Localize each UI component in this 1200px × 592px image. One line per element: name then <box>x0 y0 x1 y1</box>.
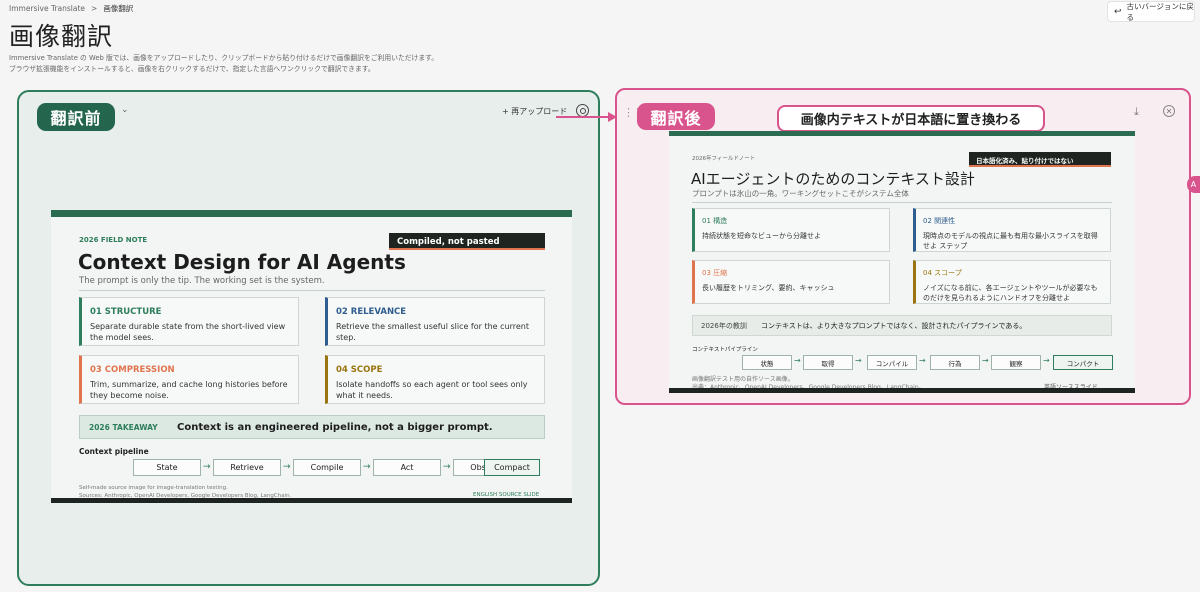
description-line-2: ブラウザ拡張機能をインストールすると、画像を右クリックするだけで、指定した言語へ… <box>9 65 375 73</box>
takeaway-box: 2026年の教訓 コンテキストは、より大きなプロンプトではなく、設計されたパイプ… <box>692 315 1112 336</box>
card-structure: 01 STRUCTURE Separate durable state from… <box>79 297 299 346</box>
card-heading: 02 関連性 <box>923 217 956 225</box>
slide-stamp: Compiled, not pasted <box>389 233 545 250</box>
compare-arrow-line <box>556 116 610 118</box>
card-relevance: 02 関連性 現時点のモデルの視点に最も有用な最小スライスを取得せよ ステップ <box>913 208 1111 252</box>
footnote-line-1: Self-made source image for image-transla… <box>79 485 228 491</box>
card-scope: 04 スコープ ノイズになる前に、各エージェントやツールが必要なものだけを見られ… <box>913 260 1111 304</box>
arrow-right-icon: → <box>982 356 989 365</box>
card-heading: 03 圧縮 <box>702 269 728 277</box>
card-body: Separate durable state from the short-li… <box>90 322 286 342</box>
arrow-right-icon: → <box>794 356 801 365</box>
card-compression: 03 COMPRESSION Trim, summarize, and cach… <box>79 355 299 404</box>
takeaway-label: 2026 TAKEAWAY <box>89 422 158 432</box>
card-relevance: 02 RELEVANCE Retrieve the smallest usefu… <box>325 297 545 346</box>
pipeline-step: Retrieve <box>213 459 281 476</box>
arrow-right-icon: → <box>443 462 451 472</box>
callout-note: 画像内テキストが日本語に置き換わる <box>777 105 1045 132</box>
card-compression: 03 圧縮 長い履歴をトリミング、要約、キャッシュ <box>692 260 890 304</box>
page-title: 画像翻訳 <box>9 22 114 51</box>
card-body: 長い履歴をトリミング、要約、キャッシュ <box>702 284 835 292</box>
pipeline-step: コンパクト <box>1053 355 1113 370</box>
chevron-down-icon[interactable]: ⌄ <box>121 105 129 115</box>
old-version-button[interactable]: ↩ 古いバージョンに戻る <box>1107 1 1195 22</box>
slide-subtitle: プロンプトは氷山の一角。ワーキングセットこそがシステム全体 <box>692 189 909 198</box>
breadcrumb-root[interactable]: Immersive Translate <box>9 4 85 13</box>
pipeline-step: 観察 <box>991 355 1041 370</box>
slide-top-bar <box>669 131 1135 136</box>
pipeline-step: 取得 <box>803 355 853 370</box>
arrow-right-icon: → <box>855 356 862 365</box>
old-version-label: 古いバージョンに戻る <box>1126 1 1194 22</box>
card-body: 持続状態を短命なビューから分離せよ <box>702 232 821 240</box>
slide-divider <box>692 202 1112 203</box>
slide-title: Context Design for AI Agents <box>78 250 406 274</box>
takeaway-text: コンテキストは、より大きなプロンプトではなく、設計されたパイプラインである。 <box>761 321 1027 330</box>
footnote-line-1: 画像翻訳テスト用の自作ソース画像。 <box>692 376 794 383</box>
card-heading: 04 SCOPE <box>336 365 383 375</box>
page-description: Immersive Translate の Web 版では、画像をアップロードし… <box>9 53 438 75</box>
pipeline-step: 行為 <box>930 355 980 370</box>
card-body: Trim, summarize, and cache long historie… <box>90 380 288 400</box>
card-body: 現時点のモデルの視点に最も有用な最小スライスを取得せよ ステップ <box>923 232 1098 250</box>
card-body: ノイズになる前に、各エージェントやツールが必要なものだけを見られるようにハンドオ… <box>923 284 1098 302</box>
card-structure: 01 構造 持続状態を短命なビューから分離せよ <box>692 208 890 252</box>
card-heading: 04 スコープ <box>923 269 962 277</box>
close-icon[interactable]: ✕ <box>1163 105 1175 117</box>
takeaway-label: 2026年の教訓 <box>701 321 747 330</box>
card-heading: 02 RELEVANCE <box>336 307 407 317</box>
takeaway-box: 2026 TAKEAWAY Context is an engineered p… <box>79 415 545 439</box>
pipeline-label: Context pipeline <box>79 447 149 456</box>
breadcrumb-separator: > <box>91 4 98 13</box>
slide-bottom-bar <box>669 388 1135 393</box>
arrow-right-icon: → <box>203 462 211 472</box>
pipeline-step: Compile <box>293 459 361 476</box>
card-heading: 01 STRUCTURE <box>90 307 162 317</box>
slide-tag: 2026年フィールドノート <box>692 156 756 162</box>
card-scope: 04 SCOPE Isolate handoffs so each agent … <box>325 355 545 404</box>
card-body: Isolate handoffs so each agent or tool s… <box>336 380 528 400</box>
slide-bottom-bar <box>51 498 572 503</box>
download-icon[interactable]: ⤓ <box>1134 105 1139 119</box>
slide-title: AIエージェントのためのコンテキスト設計 <box>691 170 975 188</box>
arrow-right-icon: → <box>283 462 291 472</box>
before-badge: 翻訳前 <box>37 103 115 131</box>
pipeline-step: コンパイル <box>867 355 917 370</box>
arrow-right-icon: → <box>919 356 926 365</box>
pipeline-step-compact: Compact <box>484 459 540 476</box>
card-body: Retrieve the smallest useful slice for t… <box>336 322 530 342</box>
slide-top-bar <box>51 210 572 217</box>
takeaway-text: Context is an engineered pipeline, not a… <box>177 421 493 433</box>
slide-divider <box>79 290 545 291</box>
back-arrow-icon: ↩ <box>1114 6 1122 17</box>
slide-subtitle: The prompt is only the tip. The working … <box>79 276 325 286</box>
side-tab-icon[interactable]: A <box>1187 176 1200 193</box>
pipeline-step: State <box>133 459 201 476</box>
pipeline-label: コンテキストパイプライン <box>692 347 758 353</box>
arrow-right-icon: → <box>363 462 371 472</box>
card-heading: 01 構造 <box>702 217 728 225</box>
slide-tag: 2026 FIELD NOTE <box>79 236 148 244</box>
translated-slide: 2026年フィールドノート 日本語化済み、貼り付けではない AIエージェントのた… <box>669 131 1135 393</box>
card-heading: 03 COMPRESSION <box>90 365 175 375</box>
pipeline-step: Act <box>373 459 441 476</box>
breadcrumb: Immersive Translate > 画像翻訳 <box>9 3 133 14</box>
breadcrumb-current: 画像翻訳 <box>103 4 134 13</box>
after-badge: 翻訳後 <box>637 103 715 130</box>
description-line-1: Immersive Translate の Web 版では、画像をアップロードし… <box>9 54 439 62</box>
arrow-right-icon: → <box>1043 356 1050 365</box>
slide-stamp: 日本語化済み、貼り付けではない <box>969 152 1111 167</box>
pipeline-step: 状態 <box>742 355 792 370</box>
